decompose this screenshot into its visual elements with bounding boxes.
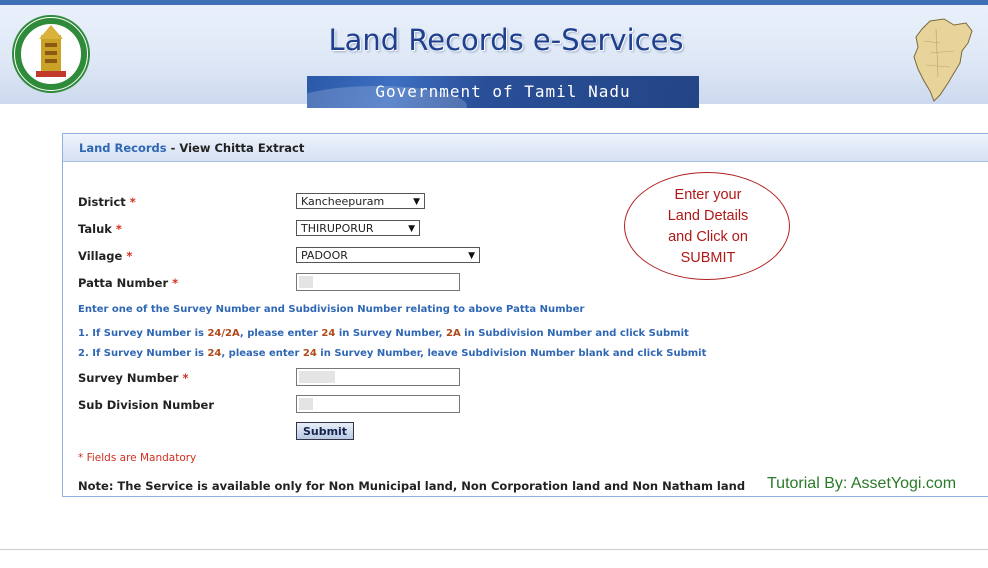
site-title: Land Records e-Services xyxy=(328,23,684,57)
village-select-value: PADOOR xyxy=(301,249,348,262)
dropdown-arrow-icon: ▼ xyxy=(408,224,415,234)
required-marker: * xyxy=(172,276,179,290)
rule-highlight: 24 xyxy=(207,348,222,359)
district-label-text: District xyxy=(78,195,126,209)
callout-line: Enter your xyxy=(674,187,742,203)
callout-line: SUBMIT xyxy=(680,250,736,266)
survey-rule-2: 2. If Survey Number is 24, please enter … xyxy=(78,348,706,359)
patta-number-label: Patta Number * xyxy=(78,276,178,290)
rule-text: in Subdivision Number and click Submit xyxy=(460,328,689,339)
government-banner-text: Government of Tamil Nadu xyxy=(375,82,631,101)
taluk-select[interactable]: THIRUPORUR ▼ xyxy=(296,220,420,236)
panel-breadcrumb: Land Records - View Chitta Extract xyxy=(63,134,988,162)
submit-button[interactable]: Submit xyxy=(296,422,354,440)
bottom-divider xyxy=(0,549,988,550)
rule-text: 1. If Survey Number is xyxy=(78,328,208,339)
survey-number-input[interactable] xyxy=(296,368,460,386)
rule-highlight: 2A xyxy=(446,328,461,339)
dropdown-arrow-icon: ▼ xyxy=(413,197,420,207)
village-label-text: Village xyxy=(78,249,123,263)
district-label: District * xyxy=(78,195,136,209)
chitta-extract-panel: Land Records - View Chitta Extract xyxy=(62,133,988,497)
rule-text: , please enter xyxy=(239,328,322,339)
service-availability-note: Note: The Service is available only for … xyxy=(78,479,746,493)
taluk-label-text: Taluk xyxy=(78,222,112,236)
rule-highlight: 24/2A xyxy=(207,328,240,339)
patta-number-label-text: Patta Number xyxy=(78,276,169,290)
callout-line: Land Details xyxy=(667,208,749,224)
village-select[interactable]: PADOOR ▼ xyxy=(296,247,480,263)
patta-number-input[interactable] xyxy=(296,273,460,291)
instruction-callout-bubble: Enter your Land Details and Click on SUB… xyxy=(624,172,790,280)
survey-number-label-text: Survey Number xyxy=(78,371,179,385)
rule-highlight: 24 xyxy=(302,348,317,359)
rule-text: in Survey Number, xyxy=(335,328,446,339)
subdivision-number-label: Sub Division Number xyxy=(78,398,215,412)
rule-text: 2. If Survey Number is xyxy=(78,348,208,359)
redacted-value xyxy=(299,371,335,383)
rule-text: , please enter xyxy=(221,348,303,359)
rule-highlight: 24 xyxy=(321,328,336,339)
breadcrumb-land-records-link[interactable]: Land Records xyxy=(79,141,167,155)
required-marker: * xyxy=(182,371,189,385)
redacted-value xyxy=(299,276,313,288)
required-marker: * xyxy=(115,222,122,236)
village-label: Village * xyxy=(78,249,132,263)
site-header: Land Records e-Services Government of Ta… xyxy=(0,5,988,108)
survey-number-label: Survey Number * xyxy=(78,371,188,385)
district-select-value: Kancheepuram xyxy=(301,195,385,208)
breadcrumb-current-page: - View Chitta Extract xyxy=(166,141,305,155)
subdivision-number-input[interactable] xyxy=(296,395,460,413)
tamil-nadu-emblem-logo xyxy=(12,15,90,93)
mandatory-fields-note: * Fields are Mandatory xyxy=(78,452,197,464)
taluk-label: Taluk * xyxy=(78,222,122,236)
dropdown-arrow-icon: ▼ xyxy=(468,251,475,261)
survey-instruction: Enter one of the Survey Number and Subdi… xyxy=(78,304,585,315)
required-marker: * xyxy=(129,195,136,209)
redacted-value xyxy=(299,398,313,410)
tutorial-credit: Tutorial By: AssetYogi.com xyxy=(767,475,957,492)
rule-text: in Survey Number, leave Subdivision Numb… xyxy=(316,348,707,359)
district-select[interactable]: Kancheepuram ▼ xyxy=(296,193,425,209)
callout-line: and Click on xyxy=(668,229,748,245)
survey-rule-1: 1. If Survey Number is 24/2A, please ent… xyxy=(78,328,689,339)
tamil-nadu-map-icon xyxy=(913,18,973,102)
required-marker: * xyxy=(126,249,133,263)
callout-text: Enter your Land Details and Click on SUB… xyxy=(625,185,791,269)
government-banner: Government of Tamil Nadu xyxy=(307,76,699,108)
taluk-select-value: THIRUPORUR xyxy=(301,222,374,235)
